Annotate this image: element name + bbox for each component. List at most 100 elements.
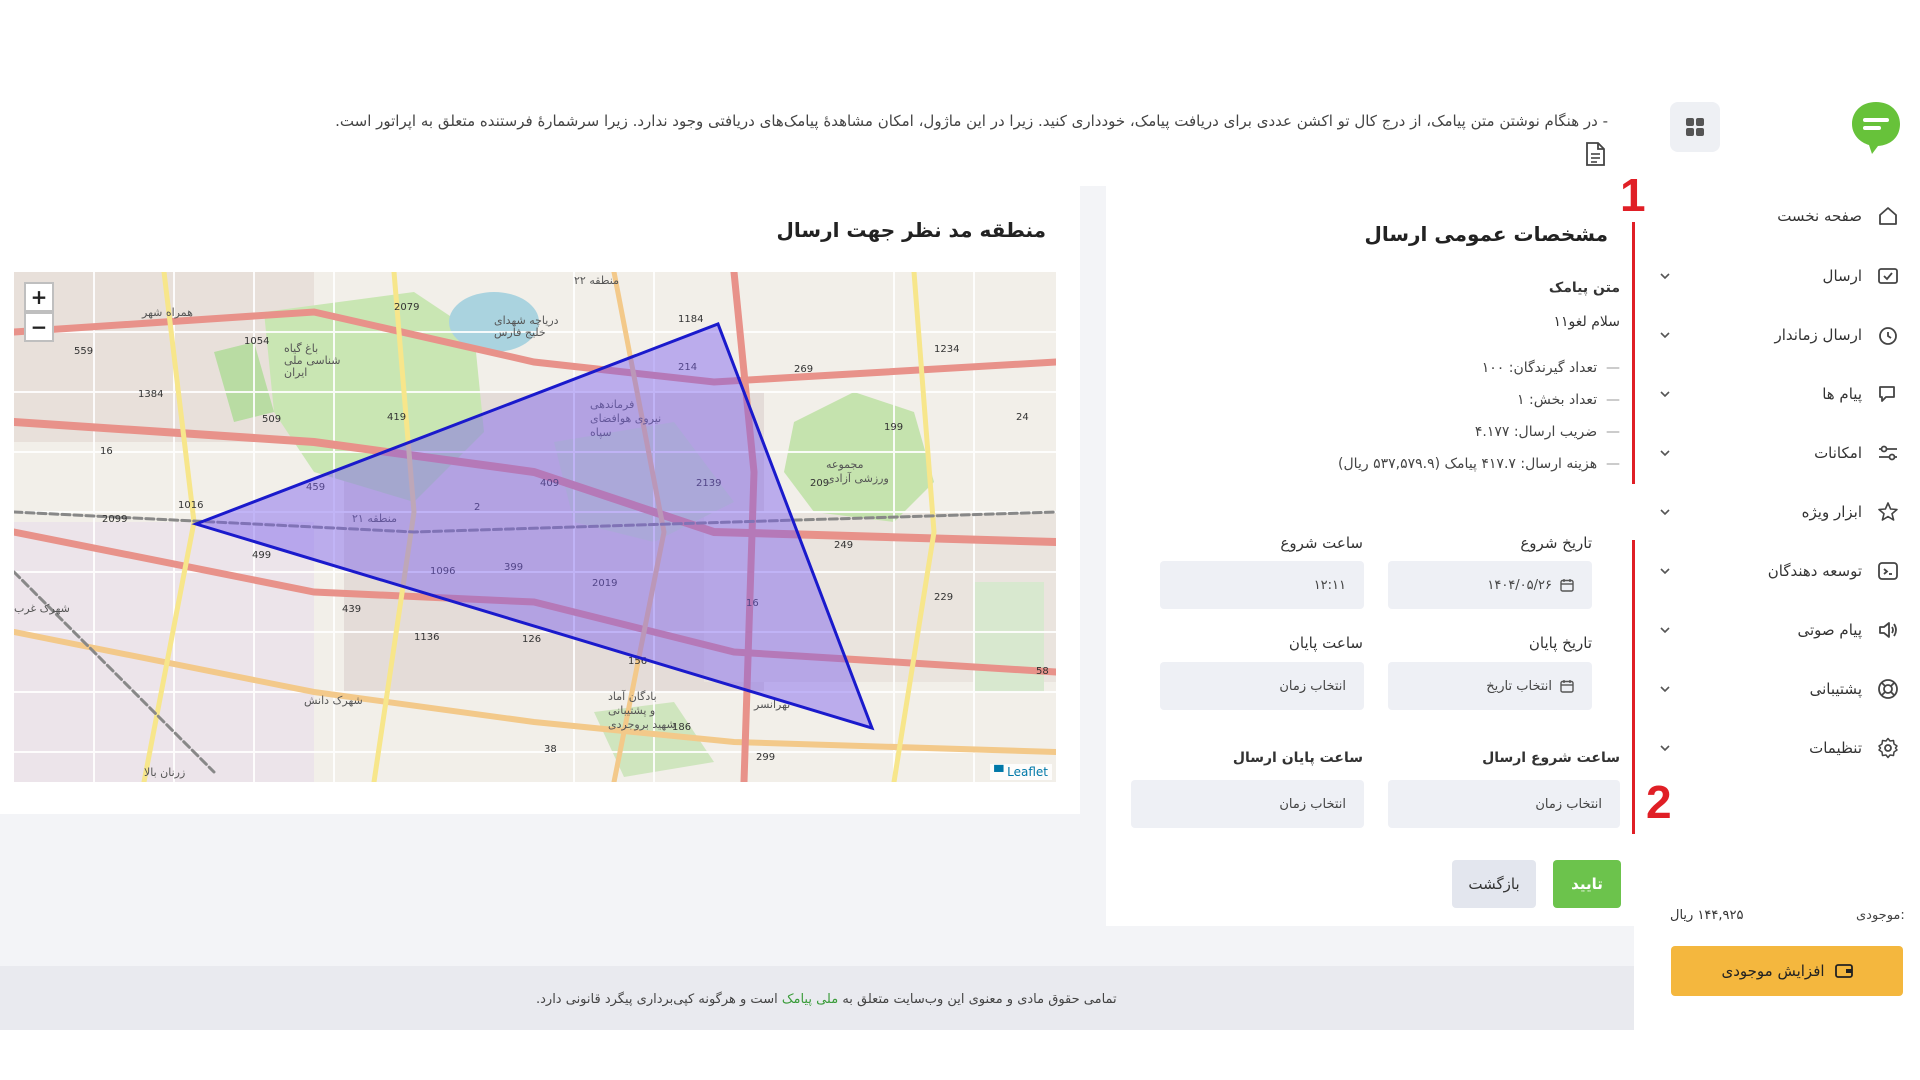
chevron-down-icon [1660, 391, 1670, 398]
chevron-down-icon [1660, 509, 1670, 516]
lifebuoy-icon [1878, 679, 1898, 699]
sidebar-item-label: صفحه نخست [1777, 207, 1862, 225]
svg-text:ایران: ایران [284, 366, 307, 379]
sms-text-value: سلام لغو۱۱ [1553, 314, 1620, 330]
svg-text:1054: 1054 [244, 336, 269, 347]
sidebar-item-messages[interactable]: پیام ها [1650, 376, 1900, 412]
sidebar-item-label: توسعه دهندگان [1767, 562, 1862, 580]
annotation-line-2 [1632, 540, 1635, 834]
start-date-input[interactable]: ۱۴۰۴/۰۵/۲۶ [1388, 561, 1592, 609]
star-icon [1878, 502, 1898, 521]
sidebar-item-support[interactable]: پشتیبانی [1650, 671, 1900, 707]
chat-icon [1879, 386, 1895, 402]
svg-text:559: 559 [74, 346, 93, 357]
top-up-button[interactable]: افزایش موجودی [1671, 946, 1903, 996]
svg-text:همراه شهر: همراه شهر [141, 306, 193, 319]
svg-text:شهرک غرب: شهرک غرب [14, 602, 70, 615]
back-button[interactable]: بازگشت [1452, 860, 1536, 908]
end-time-input[interactable]: انتخاب زمان [1160, 662, 1364, 710]
start-time-input[interactable]: ۱۲:۱۱ [1160, 561, 1364, 609]
document-icon[interactable] [1584, 142, 1606, 166]
sidebar-item-voice-message[interactable]: پیام صوتی [1650, 612, 1900, 648]
send-start-time-placeholder: انتخاب زمان [1535, 796, 1602, 812]
gear-icon [1878, 737, 1898, 759]
leaflet-attribution-link[interactable]: ▀ Leaflet [990, 764, 1052, 780]
svg-text:229: 229 [934, 592, 953, 603]
target-area-map[interactable]: 20791184214 10545591384 509419269 123419… [14, 272, 1056, 782]
start-time-value: ۱۲:۱۱ [1313, 577, 1346, 593]
confirm-button[interactable]: تایید [1553, 860, 1621, 908]
sidebar-item-label: تنظیمات [1809, 739, 1862, 757]
stat-send-coefficient: — ضریب ارسال: ۴.۱۷۷ [1474, 424, 1620, 440]
apps-menu-button[interactable] [1670, 102, 1720, 152]
end-time-label: ساعت پایان [1288, 634, 1363, 652]
end-time-placeholder: انتخاب زمان [1279, 678, 1346, 694]
start-date-label: تاریخ شروع [1520, 534, 1592, 552]
footer-brand-link[interactable]: ملی پیامک [782, 992, 838, 1007]
stat-recipients: — تعداد گیرندگان: ۱۰۰ [1481, 360, 1620, 376]
sidebar-item-label: پشتیبانی [1809, 680, 1862, 698]
start-date-value: ۱۴۰۴/۰۵/۲۶ [1487, 577, 1552, 593]
svg-text:1136: 1136 [414, 632, 439, 643]
svg-text:منطقه ۲۲: منطقه ۲۲ [574, 274, 619, 287]
stat-parts: — تعداد بخش: ۱ [1517, 392, 1620, 408]
balance-label: موجودی: [1856, 908, 1905, 923]
sidebar-item-developers[interactable]: توسعه دهندگان [1650, 553, 1900, 589]
sidebar-item-label: ارسال زماندار [1774, 326, 1862, 344]
balance-value: ۱۴۴,۹۲۵ ریال [1670, 908, 1744, 923]
send-end-time-input[interactable]: انتخاب زمان [1131, 780, 1364, 828]
sidebar-item-send[interactable]: ارسال [1650, 258, 1900, 294]
calendar-icon [1560, 579, 1574, 592]
sidebar-item-label: پیام صوتی [1797, 621, 1863, 639]
svg-text:269: 269 [794, 364, 813, 375]
svg-text:مجموعه: مجموعه [826, 458, 864, 471]
clock-icon [1879, 327, 1897, 345]
code-icon [1878, 562, 1898, 580]
top-up-label: افزایش موجودی [1721, 962, 1825, 980]
chevron-down-icon [1660, 686, 1670, 693]
svg-text:499: 499 [252, 550, 271, 561]
sidebar-item-settings[interactable]: تنظیمات [1650, 730, 1900, 766]
grid-icon [1686, 118, 1704, 136]
sidebar-item-label: پیام ها [1822, 385, 1862, 403]
send-start-time-input[interactable]: انتخاب زمان [1388, 780, 1620, 828]
sms-notice-text: - در هنگام نوشتن متن پیامک، از درج کال ت… [335, 112, 1608, 130]
zoom-out-button[interactable]: − [24, 312, 54, 342]
svg-text:509: 509 [262, 414, 281, 425]
svg-text:1184: 1184 [678, 314, 703, 325]
footer-text-start: تمامی حقوق مادی و معنوی این وب‌سایت متعل… [838, 992, 1117, 1007]
chevron-down-icon [1660, 745, 1670, 752]
home-icon [1879, 207, 1897, 225]
svg-text:24: 24 [1016, 412, 1029, 423]
sms-text-label: متن پیامک [1548, 280, 1620, 296]
send-icon [1878, 268, 1898, 284]
stat-send-cost: — هزینه ارسال: ۴۱۷.۷ پیامک (۵۳۷,۵۷۹.۹ ری… [1338, 456, 1620, 472]
chevron-down-icon [1660, 332, 1670, 339]
svg-text:و پشتیبانی: و پشتیبانی [608, 704, 655, 717]
svg-text:خلیج فارس: خلیج فارس [494, 326, 546, 339]
svg-text:1234: 1234 [934, 344, 959, 355]
svg-text:439: 439 [342, 604, 361, 615]
end-date-input[interactable]: انتخاب تاریخ [1388, 662, 1592, 710]
end-date-placeholder: انتخاب تاریخ [1486, 678, 1552, 694]
sidebar-item-special-tools[interactable]: ابزار ویژه [1650, 494, 1900, 530]
general-panel-title: مشخصات عمومی ارسال [1364, 222, 1608, 246]
map-panel-title: منطقه مد نظر جهت ارسال [776, 218, 1046, 242]
app-logo[interactable] [1848, 98, 1904, 154]
svg-text:126: 126 [522, 634, 541, 645]
svg-text:ورزشی آزادی: ورزشی آزادی [826, 471, 889, 485]
attribution-text: Leaflet [1007, 765, 1048, 779]
sidebar-item-home[interactable]: صفحه نخست [1650, 198, 1900, 234]
svg-text:38: 38 [544, 744, 557, 755]
sidebar-item-label: ابزار ویژه [1801, 503, 1862, 521]
send-start-time-label: ساعت شروع ارسال [1482, 750, 1620, 766]
svg-text:16: 16 [100, 446, 113, 457]
sidebar-item-features[interactable]: امکانات [1650, 435, 1900, 471]
annotation-number-2: 2 [1646, 776, 1672, 828]
footer-copyright: تمامی حقوق مادی و معنوی این وب‌سایت متعل… [536, 992, 1117, 1007]
sliders-icon [1879, 445, 1897, 461]
svg-text:249: 249 [834, 540, 853, 551]
end-date-label: تاریخ پایان [1528, 634, 1592, 652]
zoom-in-button[interactable]: + [24, 282, 54, 312]
sidebar-item-scheduled-send[interactable]: ارسال زماندار [1650, 317, 1900, 353]
